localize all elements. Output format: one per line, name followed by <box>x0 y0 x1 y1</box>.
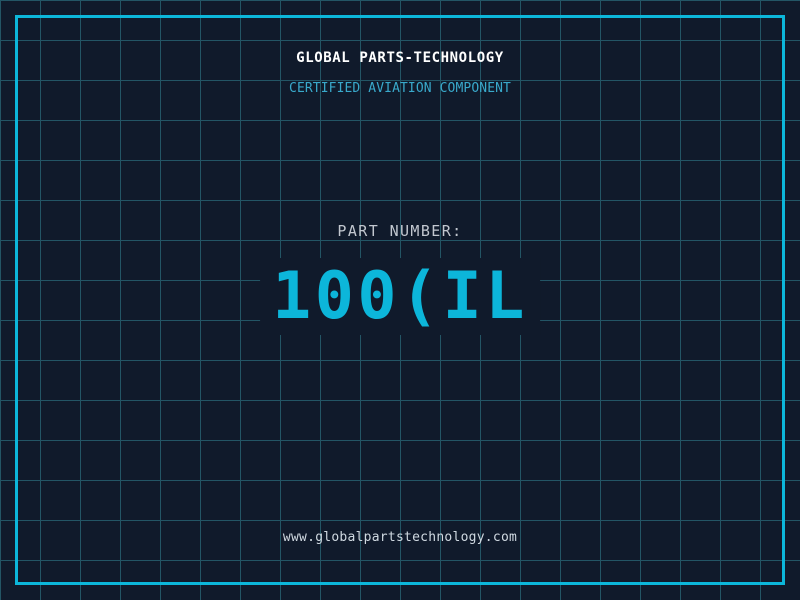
website-url: www.globalpartstechnology.com <box>282 530 518 545</box>
certification-subtitle: CERTIFIED AVIATION COMPONENT <box>289 81 511 96</box>
part-number-band: 100(IL <box>260 258 540 335</box>
blueprint-page: GLOBAL PARTS-TECHNOLOGY CERTIFIED AVIATI… <box>0 0 800 600</box>
part-number-label: PART NUMBER: <box>337 222 463 240</box>
part-number-value: 100(IL <box>272 259 528 334</box>
company-title: GLOBAL PARTS-TECHNOLOGY <box>296 50 504 66</box>
